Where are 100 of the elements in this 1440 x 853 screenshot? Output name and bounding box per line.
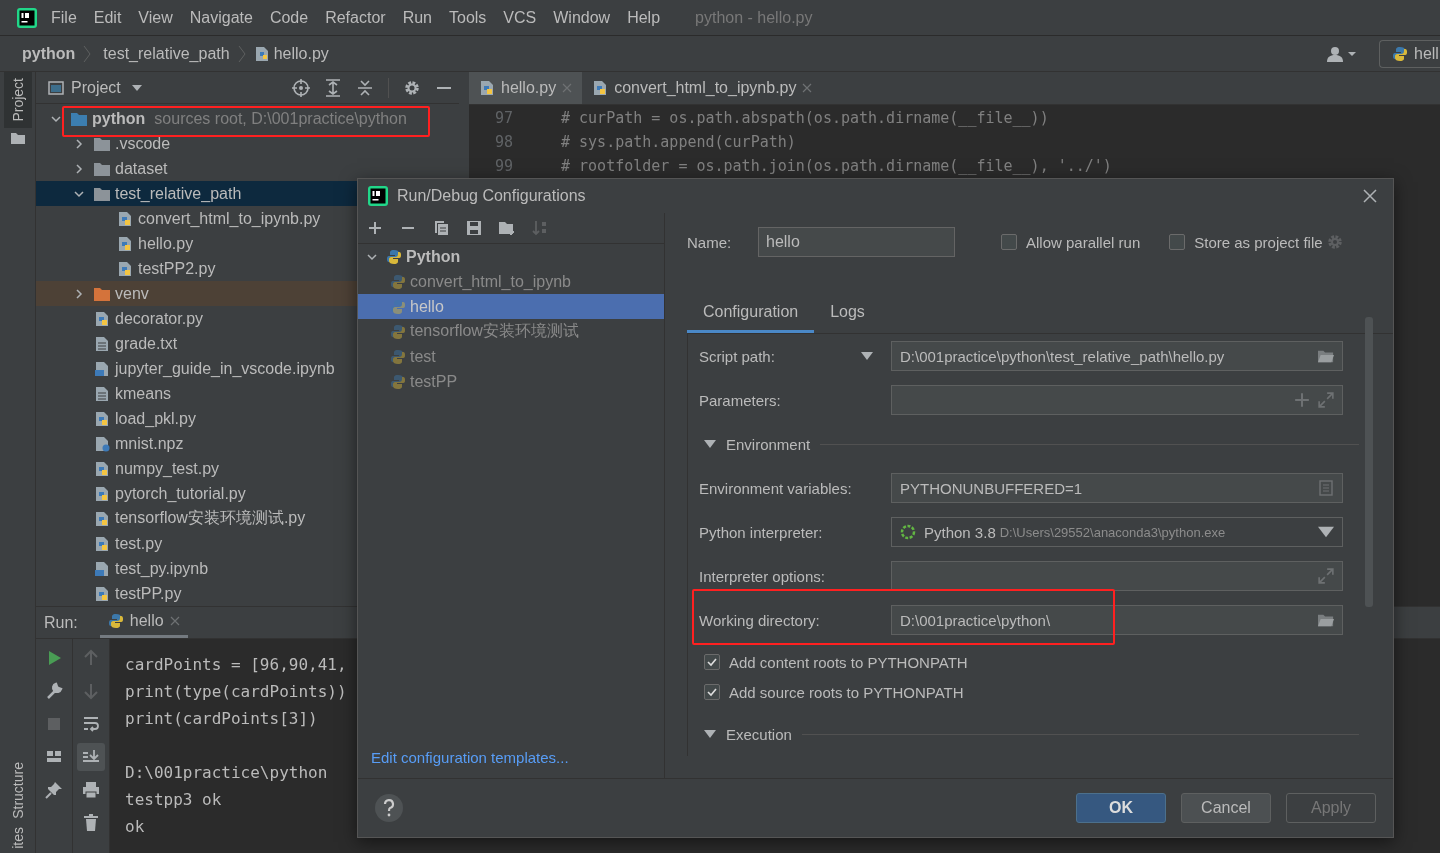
config-item[interactable]: hello <box>358 294 664 319</box>
locate-icon[interactable] <box>292 78 310 97</box>
app-logo-icon <box>17 7 37 28</box>
close-icon[interactable] <box>1363 189 1377 203</box>
tree-item[interactable]: convert_html_to_ipynb.py <box>36 206 459 231</box>
edit-templates-link[interactable]: Edit configuration templates... <box>358 749 664 778</box>
file-icon <box>94 435 110 452</box>
side-tab[interactable]: Project <box>4 72 32 128</box>
tree-item[interactable]: test.py <box>36 531 459 556</box>
wrap-icon[interactable] <box>82 715 100 733</box>
editor-tab[interactable]: hello.py <box>469 72 583 104</box>
chevron-icon <box>237 43 246 64</box>
tree-item[interactable]: .vscode <box>36 131 459 156</box>
tree-item[interactable]: testPP.py <box>36 581 459 606</box>
menu-item[interactable]: Tools <box>449 8 487 27</box>
python-icon <box>107 613 124 629</box>
folder-icon[interactable] <box>11 131 25 144</box>
checkbox[interactable]: Add content roots to PYTHONPATH <box>699 652 968 672</box>
input-field[interactable]: PYTHONUNBUFFERED=1 <box>891 473 1343 503</box>
tree-item[interactable]: numpy_test.py <box>36 456 459 481</box>
python-file-icon <box>94 510 110 527</box>
user-icon[interactable] <box>1327 45 1357 62</box>
menu-item[interactable]: Refactor <box>325 8 386 27</box>
menu-item[interactable]: VCS <box>503 8 537 27</box>
help-button[interactable] <box>374 793 404 823</box>
menu-item[interactable]: Navigate <box>189 8 253 27</box>
python-file-icon <box>94 485 110 502</box>
save-icon[interactable] <box>466 220 482 236</box>
checkbox[interactable]: Add source roots to PYTHONPATH <box>699 682 964 702</box>
name-label: Name: <box>687 233 733 251</box>
text-file-icon <box>94 335 110 352</box>
menu-item[interactable]: Window <box>553 8 611 27</box>
breadcrumb[interactable]: hello.py <box>273 44 329 63</box>
config-item[interactable]: testPP <box>358 369 664 394</box>
input-field[interactable] <box>891 561 1343 591</box>
dialog-button[interactable]: Cancel <box>1181 793 1271 823</box>
config-item[interactable]: Python <box>358 244 664 269</box>
tree-item[interactable]: python sources root, D:\001practice\python <box>36 106 459 131</box>
menu-item[interactable]: Code <box>269 8 309 27</box>
breadcrumb[interactable]: test_relative_path <box>103 44 230 63</box>
python-file-icon <box>117 210 133 227</box>
chevron-icon[interactable] <box>73 287 85 300</box>
menu-item[interactable]: Edit <box>93 8 122 27</box>
folder-icon <box>94 285 110 302</box>
dropdown-arrow-icon[interactable] <box>861 352 873 360</box>
config-item[interactable]: test <box>358 344 664 369</box>
menu-item[interactable]: Run <box>402 8 432 27</box>
option-checkbox[interactable]: Allow parallel run <box>1001 233 1141 251</box>
dialog-button[interactable]: OK <box>1076 793 1166 823</box>
input-field[interactable]: D:\001practice\python\test_relative_path\hello.py <box>891 341 1343 371</box>
copy-icon[interactable] <box>433 220 449 236</box>
tree-item[interactable]: dataset <box>36 156 459 181</box>
menu-item[interactable]: View <box>138 8 173 27</box>
section-toggle-icon[interactable] <box>704 730 716 738</box>
chevron-icon[interactable] <box>73 137 85 150</box>
editor-tab[interactable]: convert_html_to_ipynb.py <box>582 72 823 104</box>
menu-item[interactable]: Help <box>627 8 661 27</box>
breadcrumb[interactable]: python <box>22 44 76 63</box>
name-field[interactable]: hello <box>758 227 955 257</box>
code-line: # sys.path.append(curPath) <box>561 133 796 151</box>
new-folder-icon[interactable] <box>499 220 515 236</box>
chevron-icon[interactable] <box>73 162 85 175</box>
project-view-selector[interactable]: Project <box>48 78 142 97</box>
side-tab[interactable]: ites <box>4 823 32 853</box>
scrollbar[interactable] <box>1365 317 1373 607</box>
option-checkbox[interactable]: Store as project file <box>1169 233 1323 251</box>
tree-item[interactable]: test_py.ipynb <box>36 556 459 581</box>
add-icon[interactable] <box>367 220 383 236</box>
expand-all-icon[interactable] <box>324 78 342 97</box>
tree-item[interactable]: load_pkl.py <box>36 406 459 431</box>
folder-icon[interactable] <box>1318 348 1334 364</box>
side-tab[interactable]: Structure <box>4 758 32 824</box>
python-icon <box>390 298 406 315</box>
text-file-icon <box>94 385 110 402</box>
collapse-all-icon[interactable] <box>356 78 374 97</box>
folder-icon[interactable] <box>1318 612 1334 628</box>
print-icon[interactable] <box>82 781 100 799</box>
config-tab[interactable]: Configuration <box>687 293 815 333</box>
section-toggle-icon[interactable] <box>704 440 716 448</box>
menu-item[interactable]: File <box>51 8 77 27</box>
tree-item[interactable]: mnist.npz <box>36 431 459 456</box>
line-number: 99 <box>493 157 514 175</box>
interpreter-dropdown[interactable]: Python 3.8 D:\Users\29552\anaconda3\python.exe <box>891 517 1343 547</box>
input-field[interactable]: D:\001practice\python\ <box>891 605 1343 635</box>
config-item[interactable]: tensorflow安装环境测试 <box>358 319 664 344</box>
wrench-icon[interactable] <box>45 682 63 700</box>
scroll-to-end-icon[interactable] <box>77 743 105 771</box>
field-label: Script path: <box>699 347 775 365</box>
python-file-icon <box>94 535 110 552</box>
run-config-selector[interactable]: hell <box>1379 39 1440 68</box>
field-label: Interpreter options: <box>699 567 825 585</box>
trash-icon[interactable] <box>82 814 100 832</box>
dropdown-arrow-icon[interactable] <box>1318 524 1334 540</box>
tree-item[interactable]: tensorflow安装环境测试.py <box>36 506 459 531</box>
pin-icon[interactable] <box>45 781 63 799</box>
python-icon <box>1392 45 1408 62</box>
config-tab[interactable]: Logs <box>814 293 881 333</box>
settings-icon[interactable] <box>403 78 421 97</box>
python-icon <box>390 273 406 290</box>
tree-item[interactable]: pytorch_tutorial.py <box>36 481 459 506</box>
